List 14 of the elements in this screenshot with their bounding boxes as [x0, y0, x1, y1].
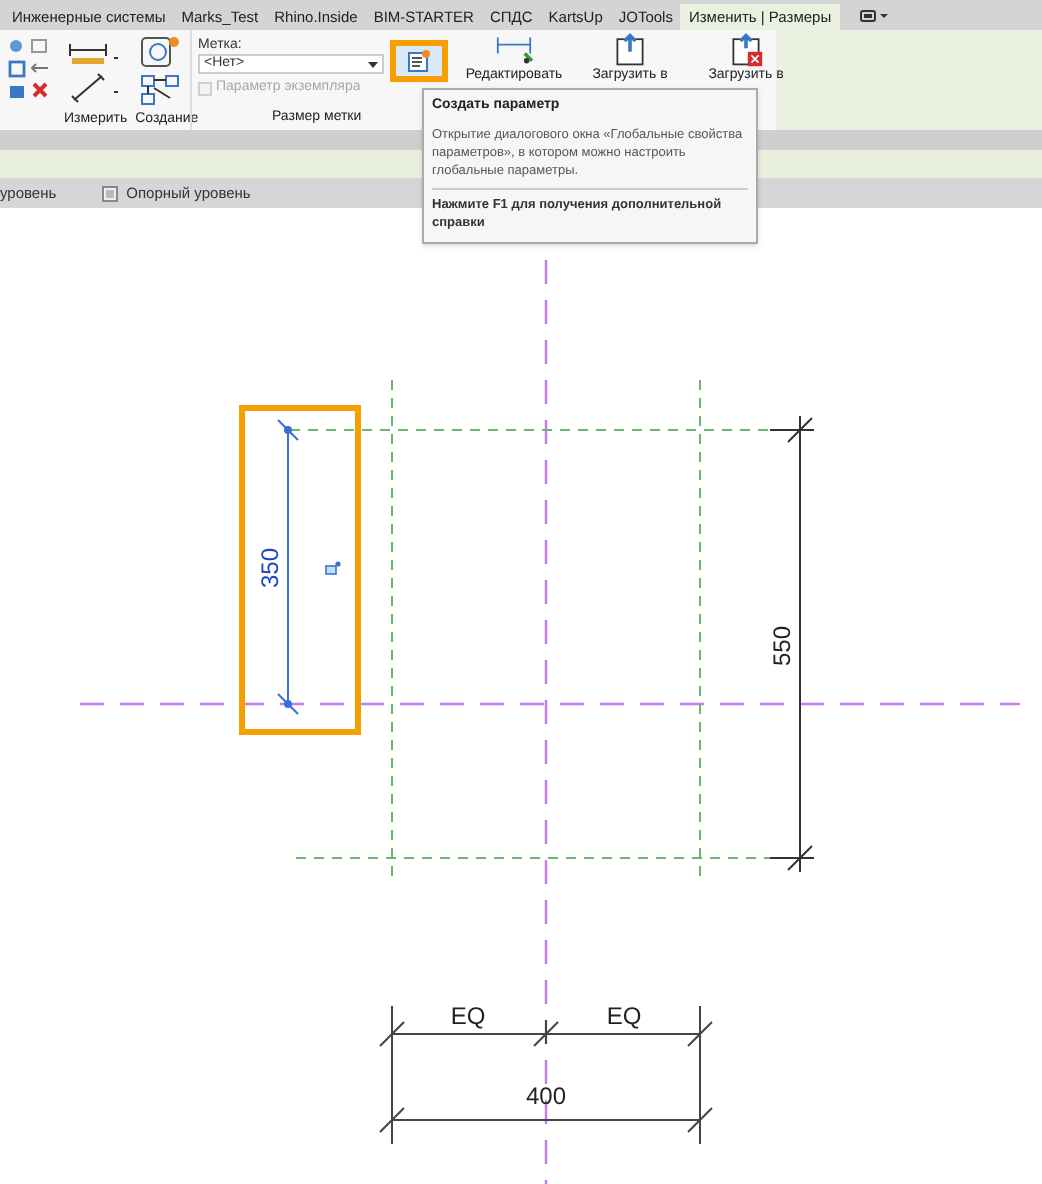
create-parameter-button[interactable] — [390, 40, 448, 82]
dimension-text: EQ — [606, 1002, 642, 1030]
caret-icon — [368, 61, 378, 67]
measure-icon[interactable] — [66, 38, 122, 106]
level-icon[interactable] — [102, 185, 119, 201]
panel-toggle-icon[interactable] — [859, 8, 888, 24]
parameter-icon — [408, 50, 430, 72]
dimension-text: EQ — [450, 1002, 486, 1030]
dimension-edit-icon — [494, 32, 534, 68]
dimension-text: 350 — [256, 547, 284, 589]
dimension-text: 550 — [768, 625, 796, 667]
edit-tools-drawing[interactable] — [6, 38, 54, 102]
dimension-text: 400 — [525, 1082, 567, 1110]
drag-handle-icon[interactable] — [325, 561, 341, 575]
